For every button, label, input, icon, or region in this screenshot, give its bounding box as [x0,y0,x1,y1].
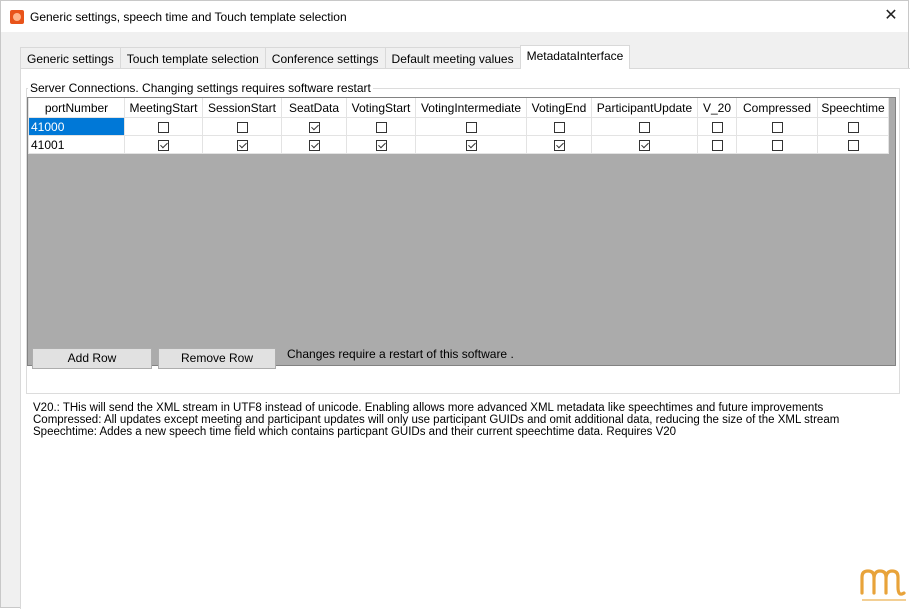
remove-row-button[interactable]: Remove Row [158,348,276,369]
port-number-cell[interactable]: 41001 [28,135,125,154]
checkbox-compressed[interactable] [771,139,783,151]
info-line-v20: V20.: THis will send the XML stream in U… [33,402,824,414]
checkbox-cell [281,117,347,136]
checkbox-votingintermediate[interactable] [465,139,477,151]
restart-note: Changes require a restart of this softwa… [287,347,514,361]
tab-generic-settings[interactable]: Generic settings [20,47,121,69]
checkbox-cell [202,117,282,136]
checkbox-cell [817,135,889,154]
close-button[interactable]: ✕ [880,6,902,26]
column-header-compressed[interactable]: Compressed [736,98,818,118]
title-bar[interactable]: Generic settings, speech time and Touch … [1,1,908,32]
info-line-speechtime: Speechtime: Addes a new speech time fiel… [33,426,677,438]
checkbox-participantupdate[interactable] [639,139,650,151]
column-header-votingintermediate[interactable]: VotingIntermediate [415,98,527,118]
add-row-button[interactable]: Add Row [32,348,152,369]
connections-table: portNumber MeetingStart SessionStart Sea… [28,98,889,154]
checkbox-cell [736,117,818,136]
column-header-participantupdate[interactable]: ParticipantUpdate [591,98,698,118]
checkbox-speechtime[interactable] [847,121,859,133]
tab-metadata-interface[interactable]: MetadataInterface [519,45,631,69]
checkbox-cell [736,135,818,154]
tab-touch-template-selection[interactable]: Touch template selection [119,47,266,69]
checkbox-cell [697,117,737,136]
tab-conference-settings[interactable]: Conference settings [264,47,386,69]
column-header-votingstart[interactable]: VotingStart [346,98,416,118]
column-header-sessionstart[interactable]: SessionStart [202,98,282,118]
checkbox-cell [415,135,527,154]
column-header-votingend[interactable]: VotingEnd [526,98,592,118]
checkbox-cell [591,135,698,154]
checkbox-compressed[interactable] [771,121,783,133]
checkbox-cell [817,117,889,136]
port-number-cell[interactable]: 41000 [28,117,125,136]
connections-grid[interactable]: portNumber MeetingStart SessionStart Sea… [27,97,896,366]
checkbox-seatdata[interactable] [308,139,320,151]
checkbox-cell [281,135,347,154]
group-legend: Server Connections. Changing settings re… [28,81,373,95]
table-row[interactable]: 41000 [28,117,889,136]
close-icon: ✕ [884,7,898,24]
checkbox-cell [202,135,282,154]
checkbox-cell [526,135,592,154]
column-header-meetingstart[interactable]: MeetingStart [124,98,203,118]
checkbox-sessionstart[interactable] [236,121,248,133]
checkbox-v_20[interactable] [711,121,723,133]
checkbox-cell [526,117,592,136]
checkbox-votingstart[interactable] [375,121,387,133]
checkbox-cell [415,117,527,136]
tab-strip: Generic settings Touch template selectio… [20,45,631,69]
checkbox-votingend[interactable] [553,139,565,151]
checkbox-cell [124,135,203,154]
grid-body: 41000 41001 [28,117,889,154]
checkbox-votingend[interactable] [553,121,565,133]
window-title: Generic settings, speech time and Touch … [30,9,347,24]
checkbox-cell [124,117,203,136]
checkbox-cell [591,117,698,136]
app-icon [10,9,24,24]
column-header-seatdata[interactable]: SeatData [281,98,347,118]
column-header-portnumber[interactable]: portNumber [28,98,125,118]
info-text: V20.: THis will send the XML stream in U… [33,402,839,438]
checkbox-cell [697,135,737,154]
table-row[interactable]: 41001 [28,135,889,154]
checkbox-speechtime[interactable] [847,139,859,151]
metadata-interface-page: Server Connections. Changing settings re… [20,68,910,609]
checkbox-participantupdate[interactable] [639,121,650,133]
header-row: portNumber MeetingStart SessionStart Sea… [28,98,889,118]
brand-logo-icon [860,569,906,601]
column-header-v20[interactable]: V_20 [697,98,737,118]
checkbox-votingstart[interactable] [375,139,387,151]
settings-window: Generic settings, speech time and Touch … [0,0,910,609]
checkbox-meetingstart[interactable] [158,121,169,133]
checkbox-cell [346,135,416,154]
column-header-speechtime[interactable]: Speechtime [817,98,889,118]
checkbox-cell [346,117,416,136]
checkbox-meetingstart[interactable] [158,139,169,151]
checkbox-v_20[interactable] [711,139,723,151]
tab-default-meeting-values[interactable]: Default meeting values [384,47,521,69]
checkbox-seatdata[interactable] [308,121,320,133]
info-line-compressed: Compressed: All updates except meeting a… [33,414,840,426]
checkbox-votingintermediate[interactable] [465,121,477,133]
checkbox-sessionstart[interactable] [236,139,248,151]
